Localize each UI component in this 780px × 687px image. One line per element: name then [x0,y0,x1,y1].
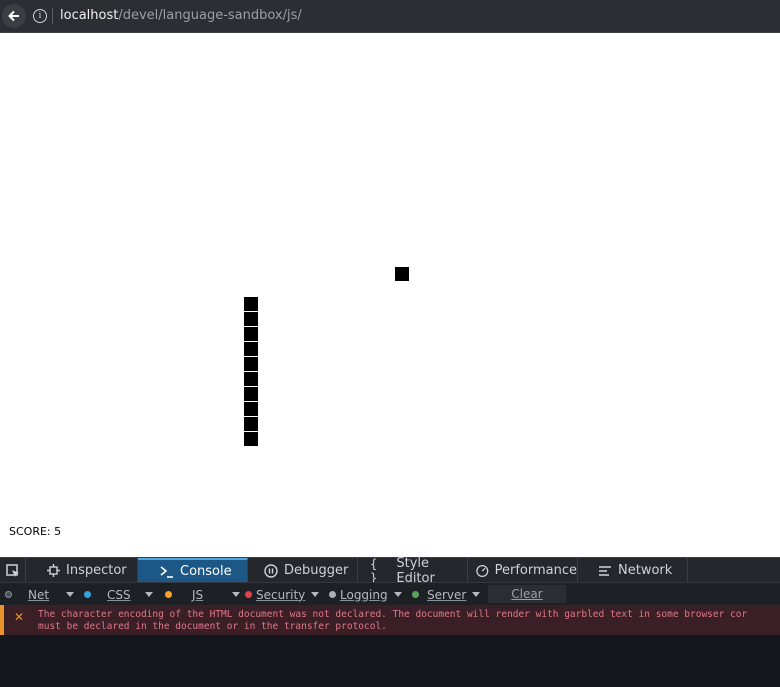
info-icon[interactable]: i [33,9,47,23]
snake-segment [244,327,258,341]
filter-js[interactable]: JS [165,586,240,603]
tab-inspector[interactable]: Inspector [27,558,138,583]
filter-label: JS [192,587,204,602]
tab-style-editor[interactable]: { } Style Editor [358,555,468,586]
console-prompt-icon [160,565,173,578]
network-list-icon [599,565,611,576]
tab-label: Style Editor [396,555,435,586]
gauge-icon [476,564,489,577]
filter-label: Logging [340,587,388,602]
tab-label: Debugger [284,563,349,578]
error-x-icon: ✕ [14,610,25,624]
url-separator [52,8,53,24]
tab-performance[interactable]: Performance [468,558,578,583]
filter-label: Server [427,587,467,602]
url-path: /devel/language-sandbox/js/ [118,8,302,23]
url-field[interactable]: localhost/devel/language-sandbox/js/ [60,8,302,23]
js-dot-icon [165,591,172,598]
server-dot-icon [412,591,419,598]
back-arrow-icon [8,10,19,22]
filter-label: Security [256,587,306,602]
snake-segment [244,342,258,356]
filter-net[interactable]: Net [5,586,74,603]
chevron-down-icon [393,592,402,597]
tab-debugger[interactable]: Debugger [248,558,358,583]
snake-segment [244,297,258,311]
net-dot-icon [5,591,12,598]
chevron-down-icon [66,592,74,597]
tab-label: Console [180,564,232,579]
pause-icon [264,563,278,578]
tab-console[interactable]: Console [138,558,248,583]
chevron-down-icon [311,592,320,597]
logging-dot-icon [329,591,336,598]
snake-segment [244,387,258,401]
element-picker-icon [5,563,19,577]
filter-security[interactable]: Security [245,586,320,603]
url-bar: i localhost/devel/language-sandbox/js/ [0,0,780,33]
snake-segment [244,372,258,386]
tab-label: Performance [494,563,577,578]
element-picker-button[interactable] [0,558,26,583]
tab-label: Inspector [66,563,127,578]
snake-segment [244,357,258,371]
filter-server[interactable]: Server [412,586,481,603]
page-viewport: SCORE: 5 [0,33,780,557]
snake-segment [244,402,258,416]
console-message-text: The character encoding of the HTML docum… [38,609,780,633]
back-button[interactable] [2,4,26,28]
devtools-tabbar: Inspector Console Debugger { } Style Edi… [0,555,780,586]
chevron-down-icon [145,592,153,597]
snake-segment [244,432,258,446]
tab-label: Network [618,563,673,578]
filter-label: Net [28,587,50,602]
css-dot-icon [84,591,91,598]
url-host: localhost [60,8,119,23]
inspector-icon [47,564,60,577]
chevron-down-icon [232,592,240,597]
tab-network[interactable]: Network [578,558,688,583]
braces-icon: { } [370,556,378,585]
snake-segment [244,312,258,326]
devtools-panel: Inspector Console Debugger { } Style Edi… [0,555,780,687]
filter-logging[interactable]: Logging [329,586,402,603]
security-dot-icon [245,591,252,598]
filter-css[interactable]: CSS [84,586,153,603]
food-square [395,267,409,281]
score-label: SCORE: 5 [9,525,62,538]
message-line: The character encoding of the HTML docum… [38,609,748,620]
clear-button[interactable]: Clear [488,585,566,603]
chevron-down-icon [472,592,481,597]
console-message: ✕ The character encoding of the HTML doc… [0,605,780,635]
filter-label: CSS [107,587,131,602]
snake-segment [244,417,258,431]
message-line: must be declared in the document or in t… [38,621,387,632]
console-filter-bar: Net CSS JS Security Logging Server Clear [0,582,780,605]
